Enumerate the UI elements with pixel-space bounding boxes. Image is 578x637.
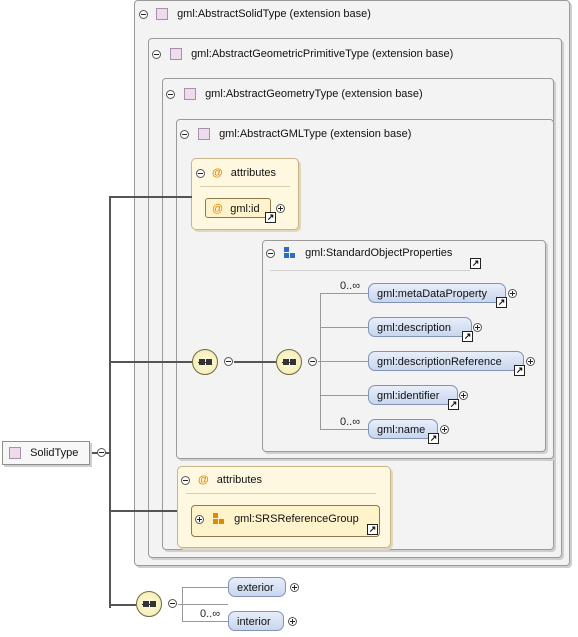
element-exterior[interactable]: exterior — [228, 577, 286, 597]
connector — [182, 587, 183, 621]
gml-id-attribute[interactable]: @ gml:id — [205, 198, 271, 218]
collapse-solid-icon[interactable] — [139, 10, 148, 19]
element-interior[interactable]: interior — [228, 611, 284, 631]
connector — [320, 429, 368, 430]
link-icon[interactable]: ↗ — [448, 399, 459, 410]
connector — [320, 293, 368, 294]
element-description-reference[interactable]: gml:descriptionReference — [368, 351, 524, 371]
connector — [178, 604, 228, 605]
element-label: gml:name — [377, 424, 426, 436]
at-icon: @ — [212, 203, 224, 215]
attributes-label-2: attributes — [216, 474, 263, 486]
expand-icon[interactable] — [288, 617, 297, 626]
gml-id-label: gml:id — [230, 203, 260, 215]
type-icon — [170, 48, 182, 61]
type-icon — [198, 128, 210, 141]
type-icon — [184, 88, 196, 101]
collapse-primitive-icon[interactable] — [152, 50, 161, 59]
abstract-solid-type-label: gml:AbstractSolidType (extension base) — [177, 8, 371, 20]
link-icon[interactable]: ↗ — [462, 331, 473, 342]
expand-icon[interactable] — [526, 357, 535, 366]
attributes-header-2: @ attributes — [198, 472, 262, 488]
expand-icon[interactable] — [195, 515, 204, 524]
attributes-header: @ attributes — [212, 165, 276, 181]
type-icon — [9, 447, 21, 460]
cardinality-label: 0..∞ — [340, 416, 361, 428]
expand-icon[interactable] — [276, 204, 285, 213]
collapse-attributes-icon[interactable] — [181, 476, 190, 485]
connector — [320, 327, 368, 328]
link-icon[interactable]: ↗ — [470, 258, 481, 269]
expand-icon[interactable] — [473, 323, 482, 332]
srs-reference-group-label: gml:SRSReferenceGroup — [234, 513, 359, 525]
cardinality-label: 0..∞ — [340, 280, 361, 292]
link-icon[interactable]: ↗ — [367, 524, 378, 535]
collapse-attributes-icon[interactable] — [196, 169, 205, 178]
type-icon — [156, 8, 168, 21]
link-icon[interactable]: ↗ — [428, 433, 439, 444]
expand-icon[interactable] — [440, 425, 449, 434]
collapse-sequence-icon[interactable] — [168, 599, 177, 608]
connector — [110, 361, 192, 363]
element-label: gml:descriptionReference — [377, 356, 502, 368]
collapse-geometry-icon[interactable] — [166, 90, 175, 99]
collapse-group-icon[interactable] — [266, 249, 275, 258]
collapse-sequence-icon[interactable] — [308, 357, 317, 366]
standard-object-properties-header: gml:StandardObjectProperties — [284, 245, 452, 261]
connector — [234, 361, 276, 363]
sequence-compositor-icon[interactable] — [192, 349, 218, 375]
abstract-geometry-type-header: gml:AbstractGeometryType (extension base… — [184, 86, 423, 102]
solid-type-label: SolidType — [30, 447, 79, 459]
connector — [110, 604, 136, 606]
divider — [200, 186, 290, 187]
at-icon: @ — [212, 167, 223, 179]
sequence-compositor-icon[interactable] — [276, 349, 302, 375]
link-icon[interactable]: ↗ — [265, 212, 276, 223]
cardinality-label: 0..∞ — [200, 608, 221, 620]
element-description[interactable]: gml:description — [368, 317, 472, 337]
connector — [320, 395, 368, 396]
divider — [186, 493, 376, 494]
srs-reference-group-header: gml:SRSReferenceGroup — [213, 511, 359, 527]
link-icon[interactable]: ↗ — [514, 365, 525, 376]
connector — [182, 621, 228, 622]
expand-icon[interactable] — [508, 289, 517, 298]
group-icon — [284, 247, 296, 259]
attribute-group-icon — [213, 513, 225, 525]
element-meta-data-property[interactable]: gml:metaDataProperty — [368, 283, 506, 303]
connector — [182, 587, 228, 588]
connector — [109, 196, 111, 608]
at-icon: @ — [198, 474, 209, 486]
element-label: exterior — [237, 582, 274, 594]
collapse-root-icon[interactable] — [97, 448, 106, 457]
element-label: gml:identifier — [377, 390, 440, 402]
expand-icon[interactable] — [290, 583, 299, 592]
link-icon[interactable]: ↗ — [496, 297, 507, 308]
abstract-geometric-primitive-type-header: gml:AbstractGeometricPrimitiveType (exte… — [170, 46, 453, 62]
expand-icon[interactable] — [459, 391, 468, 400]
element-label: interior — [237, 616, 271, 628]
collapse-sequence-icon[interactable] — [224, 357, 233, 366]
element-identifier[interactable]: gml:identifier — [368, 385, 458, 405]
connector — [318, 361, 368, 362]
abstract-gml-type-header: gml:AbstractGMLType (extension base) — [198, 126, 411, 142]
divider — [270, 270, 470, 271]
attributes-label: attributes — [230, 167, 277, 179]
connector — [110, 196, 192, 198]
abstract-geometry-type-label: gml:AbstractGeometryType (extension base… — [205, 88, 423, 100]
abstract-geometric-primitive-type-label: gml:AbstractGeometricPrimitiveType (exte… — [191, 48, 454, 60]
sequence-compositor-icon[interactable] — [136, 591, 162, 617]
abstract-solid-type-header: gml:AbstractSolidType (extension base) — [156, 6, 371, 22]
collapse-gml-icon[interactable] — [180, 130, 189, 139]
element-label: gml:metaDataProperty — [377, 288, 488, 300]
standard-object-properties-label: gml:StandardObjectProperties — [305, 247, 453, 259]
abstract-gml-type-label: gml:AbstractGMLType (extension base) — [219, 128, 412, 140]
solid-type-root[interactable]: SolidType — [2, 441, 90, 465]
element-label: gml:description — [377, 322, 451, 334]
